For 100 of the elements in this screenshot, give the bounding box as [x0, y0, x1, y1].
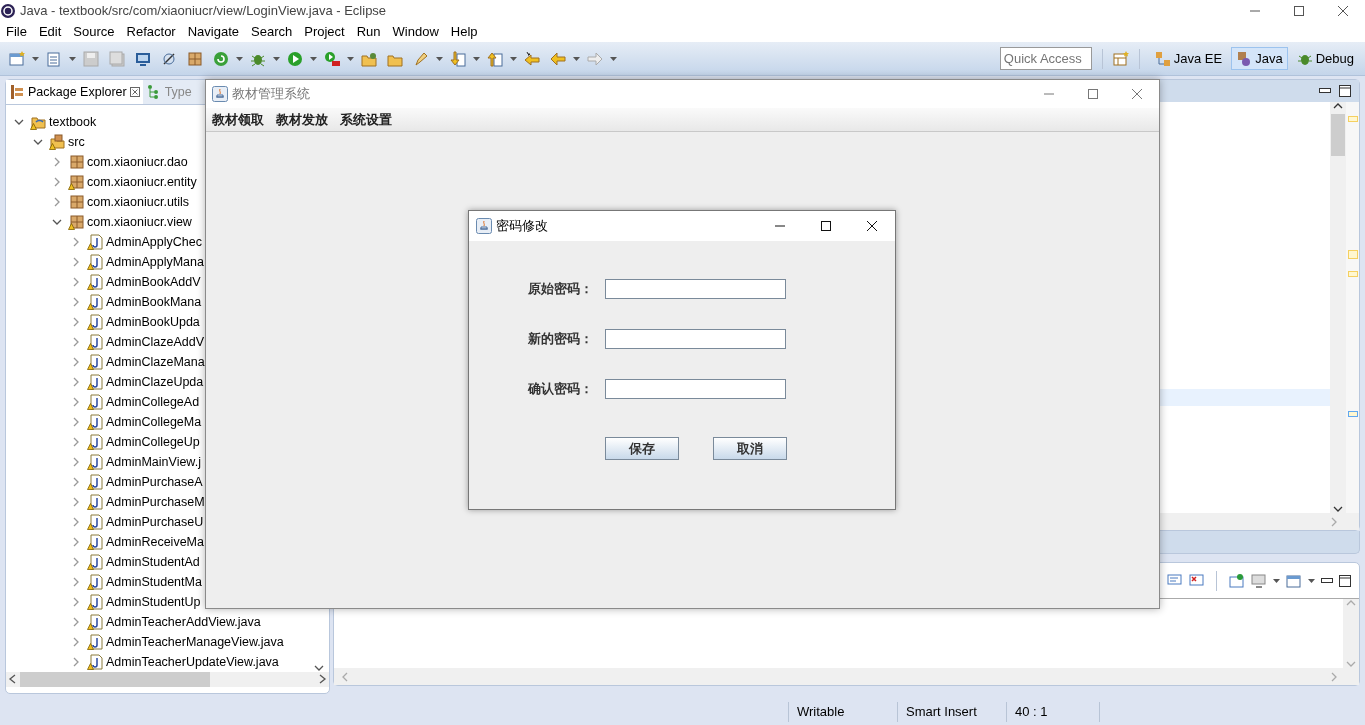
brush-icon[interactable] [413, 50, 429, 67]
caret-icon[interactable] [510, 56, 517, 61]
perspective-button[interactable]: Debug [1291, 46, 1359, 71]
close-icon[interactable] [866, 220, 878, 232]
arrow-left-icon[interactable] [550, 50, 566, 67]
menu-item[interactable]: 教材发放 [270, 109, 334, 130]
maximize-icon[interactable] [1339, 574, 1351, 587]
tree-item[interactable]: AdminBookMana [106, 292, 202, 312]
minimize-icon[interactable] [1319, 88, 1331, 94]
scrollbar-thumb[interactable] [1331, 114, 1345, 156]
menu-item[interactable]: 系统设置 [334, 109, 398, 130]
perspective-button[interactable]: Java EE [1149, 46, 1228, 71]
password-field[interactable] [605, 279, 786, 299]
caret-icon[interactable] [1308, 578, 1315, 583]
caret-icon[interactable] [273, 56, 280, 61]
new-window-icon[interactable] [9, 50, 25, 67]
dialog-button[interactable]: 取消 [713, 437, 787, 460]
tree-item[interactable]: AdminReceiveMa [106, 532, 204, 552]
new-window-icon[interactable] [1286, 572, 1302, 589]
scrollbar-thumb[interactable] [20, 671, 210, 687]
menu-item[interactable]: Edit [32, 22, 68, 42]
scroll-up-icon[interactable] [1333, 102, 1343, 110]
menu-item[interactable]: Project [298, 22, 351, 42]
refresh-circle-icon[interactable] [213, 50, 229, 67]
tree-item[interactable]: AdminClazeMana [106, 352, 205, 372]
caret-icon[interactable] [436, 56, 443, 61]
tree-item[interactable]: AdminStudentAd [106, 552, 200, 572]
bars-icon [9, 83, 25, 100]
tree-item[interactable]: com.xiaoniucr.entity [87, 172, 197, 192]
tree-item[interactable]: textbook [49, 112, 97, 132]
view-tab[interactable]: Package Explorer [6, 80, 143, 104]
menu-item[interactable]: Navigate [181, 22, 245, 42]
monitor-icon[interactable] [1251, 572, 1267, 589]
menu-item[interactable]: Source [67, 22, 121, 42]
tree-item[interactable]: AdminCollegeAd [106, 392, 200, 412]
field-label: 新的密码： [528, 330, 594, 349]
tree-item[interactable]: com.xiaoniucr.utils [87, 192, 190, 212]
tree-item[interactable]: com.xiaoniucr.dao [87, 152, 188, 172]
open-perspective-icon[interactable] [1112, 50, 1129, 67]
cube-ball-icon [1236, 50, 1253, 67]
tree-item[interactable]: AdminBookUpda [106, 312, 200, 332]
arrow-right-icon[interactable] [587, 50, 603, 67]
maximize-icon[interactable] [1339, 85, 1351, 97]
down-arrow-doc-icon[interactable] [450, 50, 466, 67]
tree-item[interactable]: AdminStudentMa [106, 572, 202, 592]
tree-item[interactable]: AdminTeacherUpdateView.java [106, 652, 279, 672]
caret-icon[interactable] [573, 56, 580, 61]
tree-item[interactable]: AdminPurchaseU [106, 512, 204, 532]
password-field[interactable] [605, 329, 786, 349]
menu-item[interactable]: File [0, 22, 33, 42]
tree-item[interactable]: AdminTeacherManageView.java [106, 632, 284, 652]
tree-item[interactable]: AdminStudentUp [106, 592, 201, 612]
tree-item[interactable]: AdminApplyMana [106, 252, 204, 272]
close-icon[interactable] [1337, 5, 1349, 17]
password-field[interactable] [605, 379, 786, 399]
tree-item[interactable]: AdminApplyChec [106, 232, 202, 252]
caret-icon[interactable] [236, 56, 243, 61]
tree-item[interactable]: AdminTeacherAddView.java [106, 612, 261, 632]
menu-item[interactable]: Window [386, 22, 445, 42]
tree-item[interactable]: AdminBookAddV [106, 272, 201, 292]
perspective-button[interactable]: Java [1231, 46, 1288, 71]
menu-item[interactable]: Help [444, 22, 484, 42]
tree-item[interactable]: AdminCollegeUp [106, 432, 200, 452]
tree-item[interactable]: com.xiaoniucr.view [87, 212, 192, 232]
dialog-button[interactable]: 保存 [605, 437, 679, 460]
menu-item[interactable]: Run [350, 22, 387, 42]
quick-access-field[interactable]: Quick Access [999, 47, 1092, 70]
remove-all-icon[interactable] [1188, 572, 1204, 589]
scroll-down-icon[interactable] [1333, 505, 1343, 513]
monitor-icon[interactable] [135, 50, 151, 67]
maximize-icon[interactable] [820, 220, 832, 232]
menu-item[interactable]: Refactor [120, 22, 182, 42]
tree-item[interactable]: src [68, 132, 85, 152]
play-icon[interactable] [287, 50, 303, 67]
pin-icon[interactable] [1229, 572, 1245, 589]
caret-icon[interactable] [473, 56, 480, 61]
ruler-marker [1347, 116, 1358, 122]
tree-item[interactable]: AdminPurchaseA [106, 472, 203, 492]
caret-icon[interactable] [1273, 578, 1280, 583]
menu-item[interactable]: 教材领取 [206, 109, 270, 130]
caret-icon[interactable] [310, 56, 317, 61]
menu-item[interactable]: Search [245, 22, 299, 42]
tree-item[interactable]: AdminClazeAddV [106, 332, 204, 352]
tree-item[interactable]: AdminClazeUpda [106, 372, 204, 392]
minimize-icon[interactable] [1321, 577, 1333, 584]
tree-item[interactable]: AdminMainView.j [106, 452, 201, 472]
caret-icon[interactable] [32, 56, 39, 61]
play-toolbox-icon[interactable] [324, 50, 340, 67]
new-list-icon[interactable] [46, 50, 62, 67]
package-icon[interactable] [187, 50, 203, 67]
caret-icon[interactable] [610, 56, 617, 61]
caret-icon[interactable] [69, 56, 76, 61]
tree-item[interactable]: AdminPurchaseM [106, 492, 205, 512]
caret-icon[interactable] [347, 56, 354, 61]
tree-item[interactable]: AdminCollegeMa [106, 412, 202, 432]
status-text: Smart Insert [905, 702, 978, 721]
up-arrow-doc-icon[interactable] [487, 50, 503, 67]
folder-ball-icon[interactable] [361, 50, 377, 67]
maximize-icon[interactable] [1293, 5, 1305, 17]
scroll-down-icon[interactable] [314, 663, 324, 672]
